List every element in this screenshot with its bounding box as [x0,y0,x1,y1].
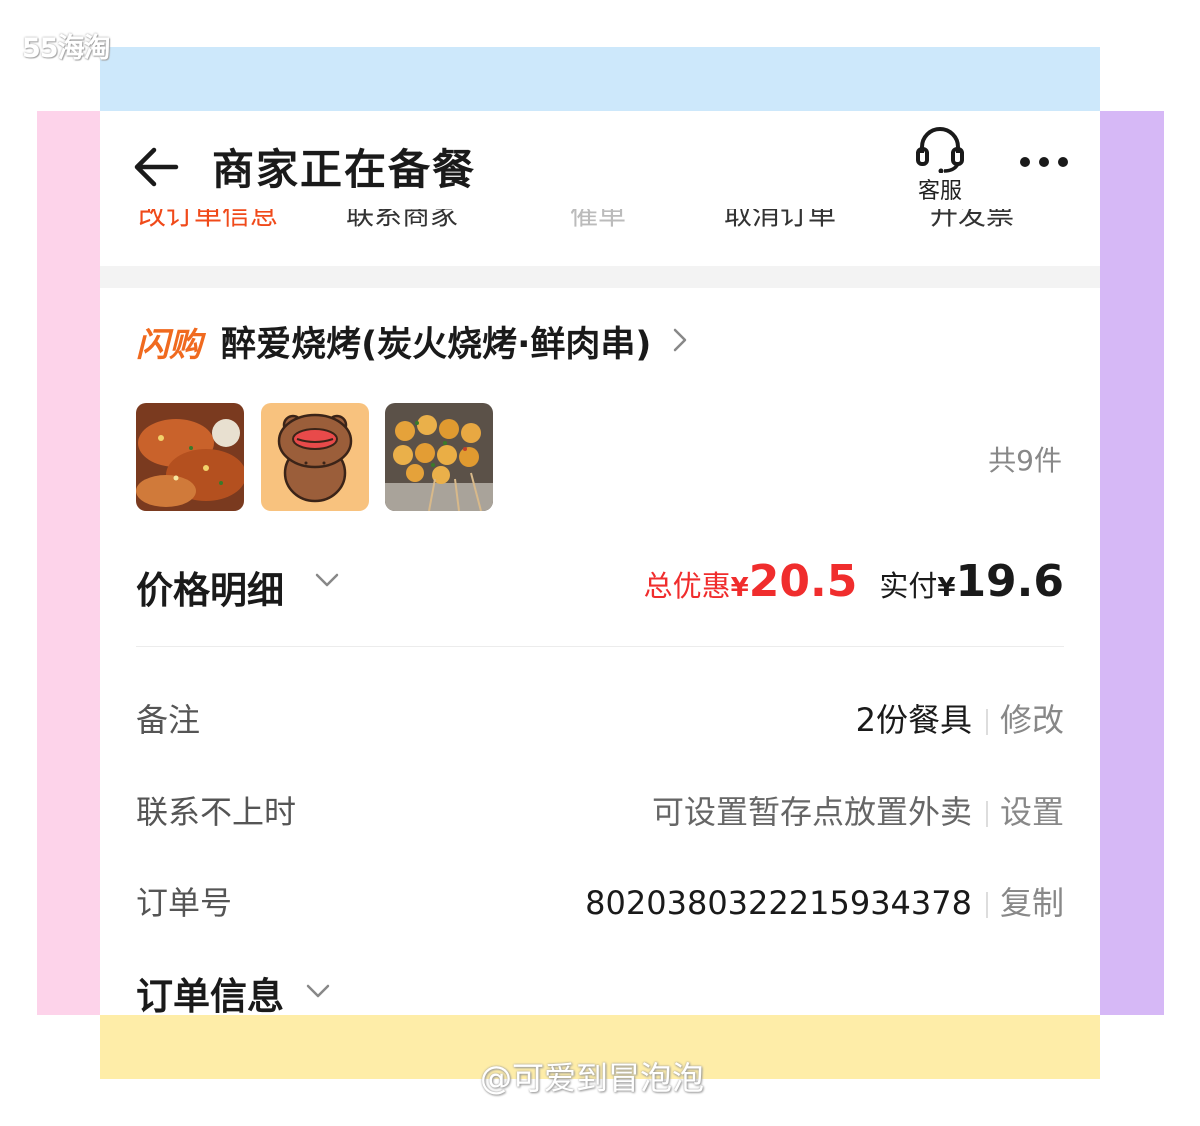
divider [136,646,1064,647]
discount-currency: ¥ [730,573,749,603]
paid-value: 19.6 [955,556,1064,607]
price-row: 价格明细 总优惠¥20.5 实付¥19.6 [136,556,1064,616]
customer-service-button[interactable]: 客服 [908,127,972,207]
order-number-value: 8020380322215934378 [585,884,972,922]
unreachable-set-button[interactable]: 设置 [1000,793,1064,831]
action-invoice[interactable]: 开发票 [930,209,1014,233]
watermark-username: @可爱到冒泡泡 [480,1059,705,1097]
remark-value: 2份餐具 [855,701,972,739]
chevron-down-icon [305,983,331,1003]
decorative-left-band [37,111,100,1015]
separator [985,709,988,735]
order-number-row: 订单号 8020380322215934378 复制 [136,874,1064,924]
discount-label: 总优惠 [643,569,731,603]
grilled-meat-thumbnail [136,403,244,511]
item-count: 共9件 [988,444,1062,477]
chevron-down-icon[interactable] [314,572,340,592]
unreachable-label: 联系不上时 [136,793,297,831]
separator [985,801,988,827]
cartoon-bear-thumbnail [261,403,369,511]
remark-edit-button[interactable]: 修改 [1000,701,1064,739]
unreachable-value: 可设置暂存点放置外卖 [651,793,972,831]
customer-service-label: 客服 [917,179,962,204]
price-detail-toggle[interactable]: 价格明细 [136,560,284,614]
separator [985,892,988,918]
paid-currency: ¥ [937,573,956,603]
action-urge-order[interactable]: 催单 [570,209,626,233]
more-button[interactable] [1016,147,1072,177]
arrow-left-icon [134,147,179,187]
decorative-right-band [1100,111,1164,1015]
discount-value: 20.5 [748,556,858,607]
paid-label: 实付 [879,569,938,603]
header: 商家正在备餐 客服 [100,111,1100,211]
order-info-toggle[interactable]: 订单信息 [136,966,331,1015]
shop-link[interactable]: 闪购 醉爱烧烤(炭火烧烤·鲜肉串) [136,316,688,366]
copy-order-number-button[interactable]: 复制 [1000,884,1064,922]
order-info-label: 订单信息 [136,975,284,1015]
remark-row: 备注 2份餐具 修改 [136,691,1064,741]
more-dots-icon [1020,157,1068,167]
remark-label: 备注 [136,701,201,739]
potato-skewers-thumbnail [385,403,493,511]
decorative-top-band [100,47,1100,111]
watermark-logo: 55海淘 [22,33,111,64]
unreachable-row: 联系不上时 可设置暂存点放置外卖 设置 [136,783,1064,833]
back-button[interactable] [130,139,186,195]
price-summary: 总优惠¥20.5 实付¥19.6 [644,556,1064,607]
order-actions-row: 改订单信息 联系商家 催单 取消订单 开发票 [100,209,1100,239]
order-screen: 商家正在备餐 客服 改订单信息 联系商家 催单 取消订单 开发票 闪购 醉爱烧烤… [100,111,1100,1015]
section-separator [100,266,1100,288]
brand-tag: 闪购 [136,324,202,364]
shop-name: 醉爱烧烤(炭火烧烤·鲜肉串) [221,325,652,365]
page-title: 商家正在备餐 [212,145,477,194]
chevron-right-icon [672,327,688,357]
action-cancel-order[interactable]: 取消订单 [724,209,836,233]
action-modify-order[interactable]: 改订单信息 [138,209,278,233]
headset-icon [916,127,964,173]
action-contact-merchant[interactable]: 联系商家 [346,209,458,233]
order-number-label: 订单号 [136,884,233,922]
